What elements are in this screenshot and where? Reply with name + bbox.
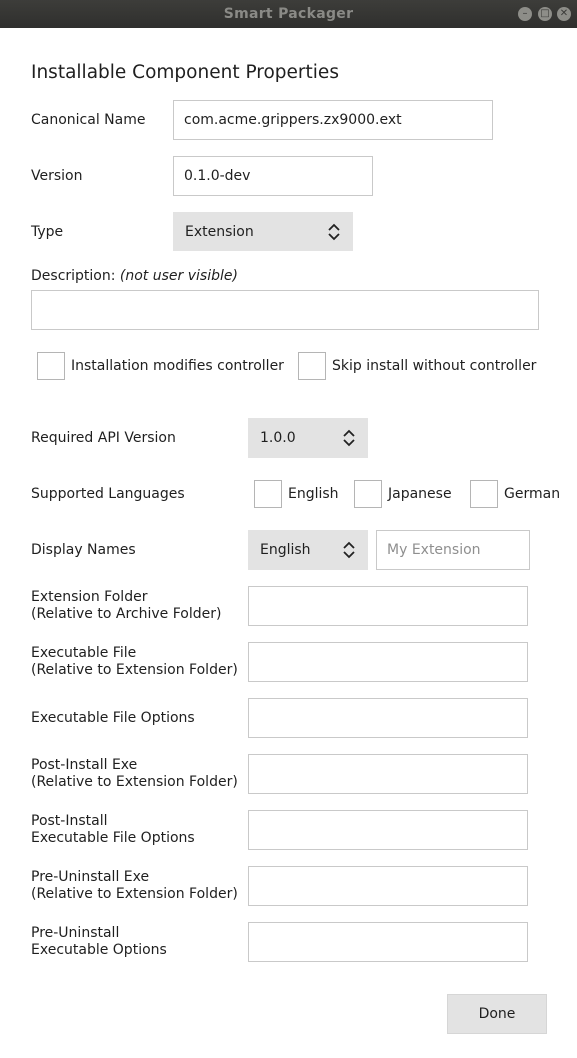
- skip-install-checkbox[interactable]: [298, 352, 326, 380]
- language-english-checkbox[interactable]: [254, 480, 282, 508]
- executable-file-label-line1: Executable File: [31, 645, 137, 661]
- description-label-text: Description:: [31, 268, 116, 284]
- pre-uninstall-exe-label: Pre-Uninstall Exe (Relative to Extension…: [31, 869, 238, 903]
- language-japanese-checkbox[interactable]: [354, 480, 382, 508]
- extension-folder-label-line2: (Relative to Archive Folder): [31, 606, 222, 622]
- window-title: Smart Packager: [223, 6, 354, 22]
- api-version-label: Required API Version: [31, 430, 176, 446]
- type-select-value: Extension: [185, 223, 254, 240]
- executable-file-label-line2: (Relative to Extension Folder): [31, 662, 238, 678]
- post-install-options-label: Post-Install Executable File Options: [31, 813, 195, 847]
- page-title: Installable Component Properties: [31, 62, 339, 83]
- close-icon[interactable]: ✕: [557, 7, 571, 21]
- pre-uninstall-options-input[interactable]: [248, 922, 528, 962]
- description-label: Description: (not user visible): [31, 268, 238, 285]
- description-input[interactable]: [31, 290, 539, 330]
- description-note: (not user visible): [119, 268, 238, 284]
- executable-options-input[interactable]: [248, 698, 528, 738]
- executable-options-label: Executable File Options: [31, 710, 195, 726]
- skip-install-label: Skip install without controller: [332, 358, 537, 374]
- dialog-content: Installable Component Properties Canonic…: [0, 28, 577, 1058]
- api-version-select-value: 1.0.0: [260, 430, 296, 446]
- canonical-name-input[interactable]: com.acme.grippers.zx9000.ext: [173, 100, 493, 140]
- language-japanese-label: Japanese: [388, 486, 452, 502]
- done-button[interactable]: Done: [447, 994, 547, 1034]
- extension-folder-label-line1: Extension Folder: [31, 589, 148, 605]
- version-label: Version: [31, 168, 83, 184]
- title-bar: Smart Packager – □ ✕: [0, 0, 577, 28]
- post-install-options-label-line2: Executable File Options: [31, 830, 195, 846]
- pre-uninstall-options-label: Pre-Uninstall Executable Options: [31, 925, 167, 959]
- extension-folder-label: Extension Folder (Relative to Archive Fo…: [31, 589, 221, 623]
- display-name-input[interactable]: My Extension: [376, 530, 530, 570]
- api-version-select[interactable]: 1.0.0: [248, 418, 368, 458]
- post-install-options-label-line1: Post-Install: [31, 813, 108, 829]
- pre-uninstall-exe-label-line2: (Relative to Extension Folder): [31, 886, 238, 902]
- extension-folder-input[interactable]: [248, 586, 528, 626]
- language-german-label: German: [504, 486, 561, 502]
- pre-uninstall-exe-label-line1: Pre-Uninstall Exe: [31, 869, 150, 885]
- language-english-label: English: [288, 486, 339, 502]
- updown-chevron-icon: [343, 429, 355, 447]
- language-german-checkbox[interactable]: [470, 480, 498, 508]
- display-language-select[interactable]: English: [248, 530, 368, 570]
- pre-uninstall-options-label-line2: Executable Options: [31, 942, 167, 958]
- canonical-name-label: Canonical Name: [31, 112, 146, 128]
- post-install-options-input[interactable]: [248, 810, 528, 850]
- pre-uninstall-options-label-line1: Pre-Uninstall: [31, 925, 120, 941]
- executable-file-label: Executable File (Relative to Extension F…: [31, 645, 238, 679]
- type-select[interactable]: Extension: [173, 212, 353, 251]
- modifies-controller-label: Installation modifies controller: [71, 358, 284, 374]
- display-names-label: Display Names: [31, 542, 136, 558]
- display-language-value: English: [260, 542, 311, 558]
- updown-chevron-icon: [328, 223, 340, 240]
- type-label: Type: [31, 224, 64, 240]
- modifies-controller-checkbox[interactable]: [37, 352, 65, 380]
- post-install-exe-label-line1: Post-Install Exe: [31, 757, 138, 773]
- post-install-exe-label-line2: (Relative to Extension Folder): [31, 774, 238, 790]
- post-install-exe-label: Post-Install Exe (Relative to Extension …: [31, 757, 238, 791]
- post-install-exe-input[interactable]: [248, 754, 528, 794]
- pre-uninstall-exe-input[interactable]: [248, 866, 528, 906]
- version-input[interactable]: 0.1.0-dev: [173, 156, 373, 196]
- maximize-icon[interactable]: □: [538, 7, 552, 21]
- updown-chevron-icon: [343, 541, 355, 559]
- supported-languages-label: Supported Languages: [31, 486, 185, 502]
- minimize-icon[interactable]: –: [518, 7, 532, 21]
- executable-file-input[interactable]: [248, 642, 528, 682]
